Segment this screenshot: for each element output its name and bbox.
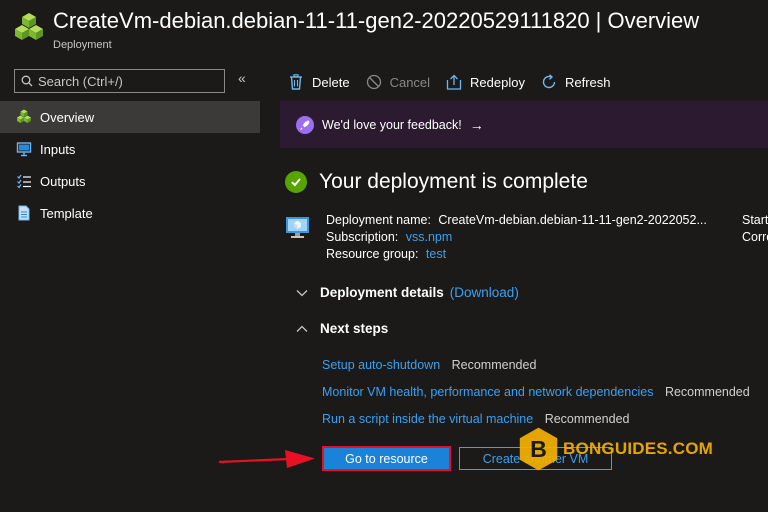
chevron-down-icon [296, 286, 310, 300]
outputs-list-icon [16, 173, 32, 189]
next-step-item: Monitor VM health, performance and netwo… [322, 385, 750, 399]
check-circle-icon [285, 171, 307, 193]
page-header: CreateVm-debian.debian-11-11-gen2-202205… [0, 0, 768, 60]
next-step-item: Setup auto-shutdown Recommended [322, 358, 536, 372]
deployment-details-section[interactable]: Deployment details (Download) [296, 285, 519, 300]
chevron-up-icon [296, 322, 310, 336]
refresh-button[interactable]: Refresh [541, 74, 611, 90]
resource-group-link[interactable]: test [426, 247, 446, 261]
collapse-sidebar-button[interactable]: « [238, 70, 246, 86]
template-document-icon [16, 205, 32, 221]
feedback-banner[interactable]: We'd love your feedback! → [280, 101, 768, 148]
next-steps-section[interactable]: Next steps [296, 321, 388, 336]
redeploy-button[interactable]: Redeploy [446, 74, 525, 90]
refresh-label: Refresh [564, 74, 611, 90]
watermark-hexagon-icon: B [519, 427, 558, 471]
delete-label: Delete [312, 74, 350, 90]
search-box[interactable] [14, 69, 225, 93]
upload-icon [446, 74, 462, 90]
page-subtitle: Deployment [53, 39, 112, 51]
monitor-vm-health-link[interactable]: Monitor VM health, performance and netwo… [322, 385, 653, 399]
page-title: CreateVm-debian.debian-11-11-gen2-202205… [53, 8, 700, 33]
sidebar: « Overview Inputs [0, 60, 262, 512]
next-steps-heading: Next steps [320, 321, 389, 336]
download-link[interactable]: (Download) [450, 285, 519, 300]
sidebar-item-template[interactable]: Template [0, 197, 260, 229]
redeploy-label: Redeploy [470, 74, 525, 90]
deployment-cubes-icon [16, 109, 32, 125]
resource-group-label: Resource group: [326, 247, 419, 261]
recommended-tag: Recommended [664, 385, 750, 399]
sidebar-item-outputs[interactable]: Outputs [0, 165, 260, 197]
subscription-label: Subscription: [326, 230, 399, 244]
deployment-status: Your deployment is complete [285, 170, 588, 194]
watermark-logo: B BONGUIDES.COM [518, 424, 713, 474]
deployment-cubes-icon [15, 13, 43, 40]
subscription-link[interactable]: vss.npm [406, 230, 453, 244]
deployment-name-value: CreateVm-debian.debian-11-11-gen2-202205… [438, 213, 707, 227]
search-icon [21, 75, 33, 87]
feedback-text: We'd love your feedback! [322, 117, 462, 132]
refresh-icon [541, 74, 557, 90]
deployment-info-right-column: Start Corre [742, 212, 768, 246]
sidebar-item-label: Overview [40, 109, 95, 125]
status-heading: Your deployment is complete [319, 170, 588, 193]
sidebar-item-label: Inputs [40, 141, 76, 157]
cancel-button[interactable]: Cancel [366, 74, 430, 90]
watermark-text: BONGUIDES.COM [563, 439, 713, 458]
setup-auto-shutdown-link[interactable]: Setup auto-shutdown [322, 358, 440, 372]
deployment-info: Deployment name: CreateVm-debian.debian-… [326, 212, 707, 263]
delete-button[interactable]: Delete [288, 74, 350, 90]
recommended-tag: Recommended [451, 358, 537, 372]
cancel-label: Cancel [389, 74, 431, 90]
watermark-letter: B [530, 436, 547, 462]
arrow-right-icon: → [469, 116, 484, 133]
search-input[interactable] [38, 73, 218, 89]
go-to-resource-button[interactable]: Go to resource [322, 446, 451, 471]
virtual-machine-icon [286, 217, 309, 238]
trash-icon [288, 74, 304, 90]
cancel-circle-icon [366, 74, 382, 90]
sidebar-item-overview[interactable]: Overview [0, 101, 260, 133]
correlation-id-label: Corre [742, 230, 768, 244]
start-time-label: Start [742, 213, 768, 227]
sidebar-item-inputs[interactable]: Inputs [0, 133, 260, 165]
red-arrow-annotation [218, 450, 315, 468]
command-bar: Delete Cancel Redeploy Refresh [288, 70, 627, 94]
sidebar-item-label: Outputs [40, 173, 86, 189]
inputs-icon [16, 141, 32, 157]
run-script-link[interactable]: Run a script inside the virtual machine [322, 412, 533, 426]
deployment-details-heading: Deployment details [320, 285, 444, 300]
sidebar-item-label: Template [40, 205, 93, 221]
rocket-icon [296, 115, 314, 134]
deployment-name-label: Deployment name: [326, 213, 431, 227]
